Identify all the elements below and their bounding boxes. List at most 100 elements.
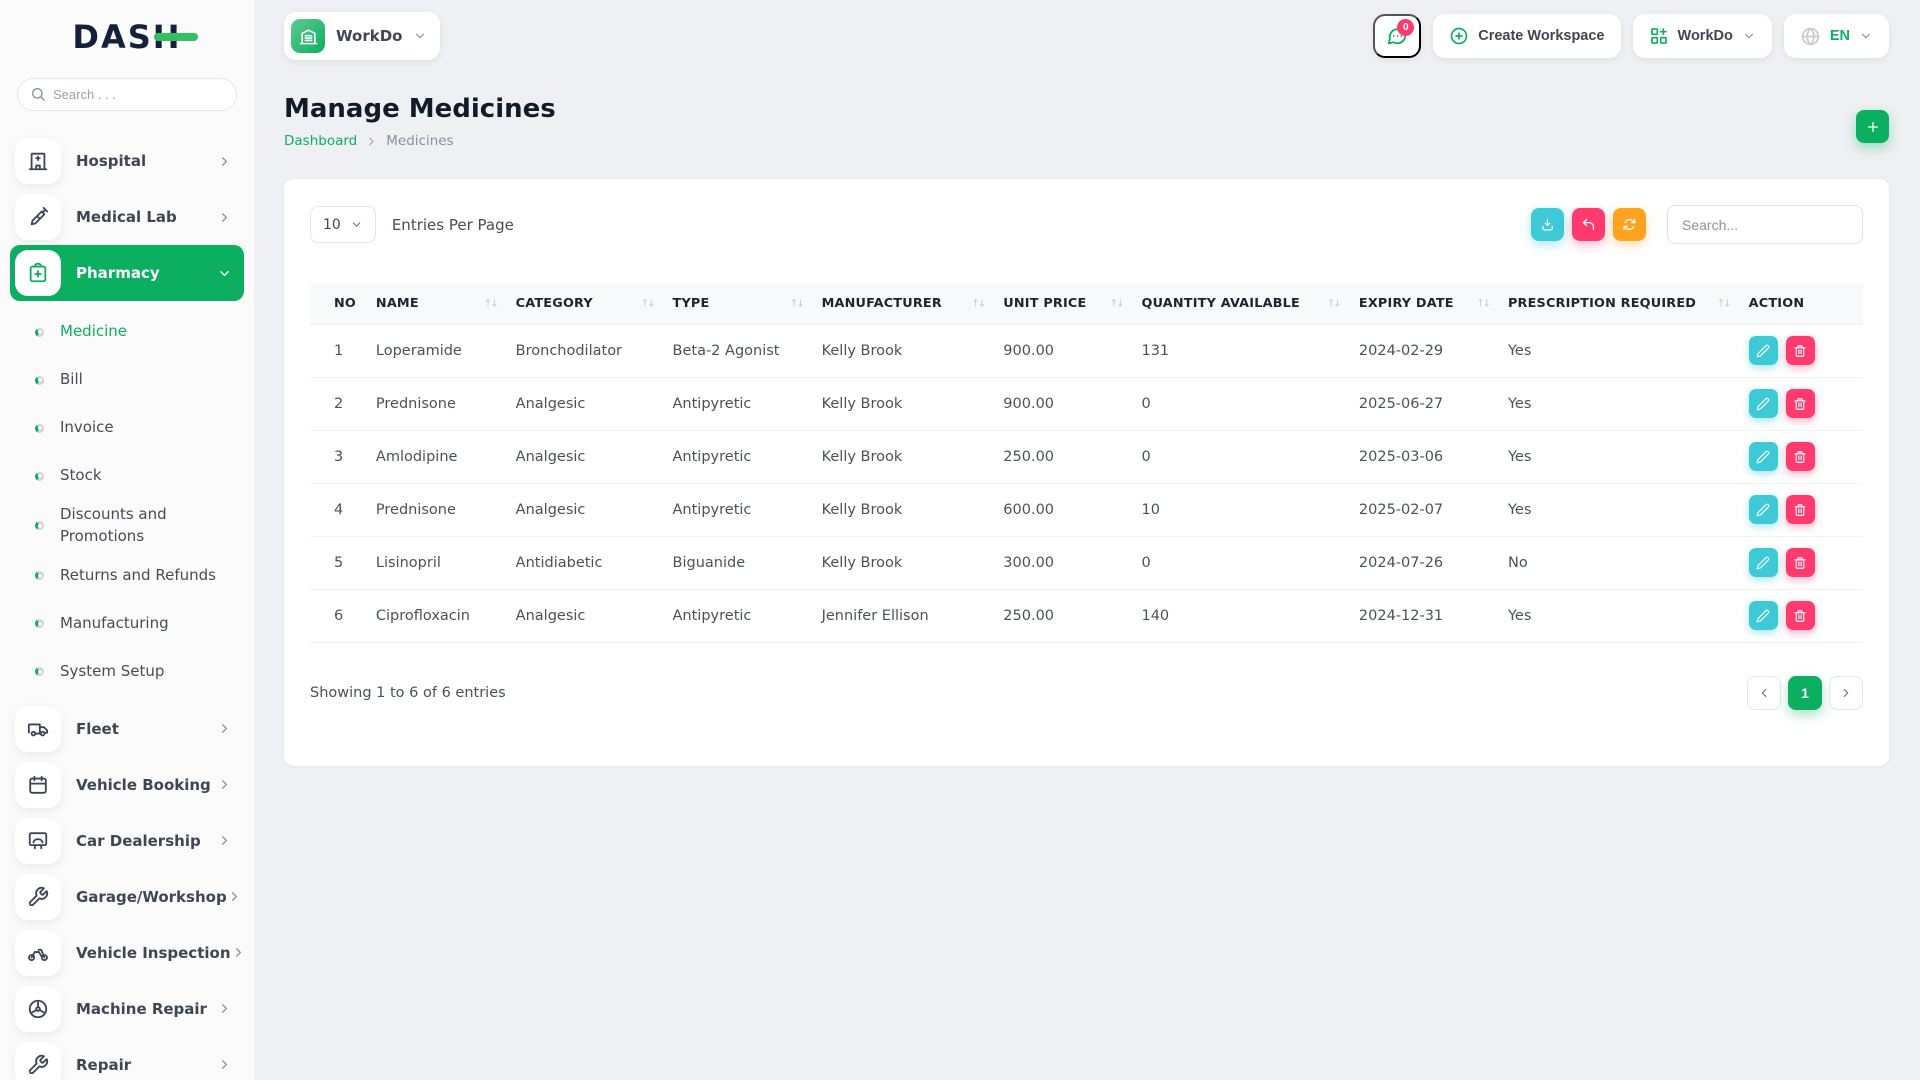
column-header-type[interactable]: TYPE ↑↓ <box>662 284 812 325</box>
row-actions <box>1748 389 1853 418</box>
icon-tile <box>15 817 61 864</box>
bullet-icon <box>35 327 44 337</box>
chevron-right-icon <box>1839 686 1853 700</box>
edit-button[interactable] <box>1748 548 1778 577</box>
chevron-down-icon <box>1859 29 1873 43</box>
cell-prescription-required: Yes <box>1497 589 1739 643</box>
previous-page-button[interactable] <box>1747 675 1781 710</box>
breadcrumb: Dashboard Medicines <box>284 133 556 149</box>
column-header-unit-price[interactable]: UNIT PRICE ↑↓ <box>993 284 1132 325</box>
column-header-category[interactable]: CATEGORY ↑↓ <box>505 284 663 325</box>
app-switcher-button[interactable]: WorkDo <box>1632 14 1772 58</box>
icon-tile <box>15 705 61 752</box>
breadcrumb-dashboard-link[interactable]: Dashboard <box>284 133 357 149</box>
edit-button[interactable] <box>1748 601 1778 630</box>
chevron-right-icon <box>231 945 246 960</box>
topbar: WorkDo 0 Create Workspace WorkDo EN <box>284 0 1889 72</box>
car-icon <box>27 830 49 852</box>
sidebar-item-vehicle-booking[interactable]: Vehicle Booking <box>10 757 244 813</box>
cell-no: 6 <box>310 589 366 643</box>
workspace-selector[interactable]: WorkDo <box>284 12 441 60</box>
refresh-button[interactable] <box>1613 208 1646 241</box>
sidebar-item-medical-lab[interactable]: Medical Lab <box>10 189 244 245</box>
medical-kit-icon <box>27 262 49 284</box>
sidebar-item-car-dealership[interactable]: Car Dealership <box>10 813 244 869</box>
sidebar-subitem-invoice[interactable]: Invoice <box>10 404 244 452</box>
export-download-button[interactable] <box>1531 208 1564 241</box>
edit-button[interactable] <box>1748 442 1778 471</box>
chevron-right-icon <box>217 154 232 169</box>
sidebar-item-garage-workshop[interactable]: Garage/Workshop <box>10 869 244 925</box>
cell-prescription-required: Yes <box>1497 430 1739 484</box>
cell-prescription-required: No <box>1497 536 1739 590</box>
cell-category: Bronchodilator <box>505 324 663 378</box>
topbar-actions: 0 Create Workspace WorkDo EN <box>1373 14 1889 58</box>
column-header-name[interactable]: NAME ↑↓ <box>365 284 506 325</box>
add-medicine-button[interactable] <box>1856 110 1889 143</box>
entries-per-page-label: Entries Per Page <box>391 215 514 234</box>
sidebar-subitem-system-setup[interactable]: System Setup <box>10 648 244 696</box>
messages-button[interactable]: 0 <box>1373 14 1422 58</box>
cell-action <box>1738 536 1863 590</box>
column-header-manufacturer[interactable]: MANUFACTURER ↑↓ <box>811 284 994 325</box>
sidebar-subitem-medicine[interactable]: Medicine <box>10 308 244 356</box>
pencil-icon <box>1756 344 1770 358</box>
delete-button[interactable] <box>1785 389 1815 418</box>
column-header-expiry-date[interactable]: EXPIRY DATE ↑↓ <box>1348 284 1498 325</box>
table-row: 1 Loperamide Bronchodilator Beta-2 Agonist K… <box>310 324 1863 378</box>
trash-icon <box>1793 609 1807 623</box>
table-search-input[interactable] <box>1667 205 1863 244</box>
page-number-button[interactable]: 1 <box>1788 675 1822 710</box>
sidebar-item-pharmacy[interactable]: Pharmacy <box>10 245 244 301</box>
row-actions <box>1748 601 1853 630</box>
delete-button[interactable] <box>1785 336 1815 365</box>
sidebar-item-vehicle-inspection[interactable]: Vehicle Inspection <box>10 925 244 981</box>
create-workspace-label: Create Workspace <box>1478 28 1605 44</box>
column-header-label: ACTION <box>1748 296 1805 312</box>
cell-type: Antipyretic <box>662 483 812 537</box>
icon-tile <box>15 873 61 920</box>
sidebar-subitem-bill[interactable]: Bill <box>10 356 244 404</box>
cell-action <box>1738 377 1863 431</box>
sort-icon: ↑↓ <box>1716 298 1732 310</box>
entries-per-page-select[interactable]: 10 <box>310 206 376 243</box>
sidebar-subitem-discounts-and-promotions[interactable]: Discounts and Promotions <box>10 500 244 552</box>
app-logo[interactable]: DASH <box>72 18 198 56</box>
icon-tile <box>15 985 61 1032</box>
cell-action <box>1738 483 1863 537</box>
create-workspace-button[interactable]: Create Workspace <box>1433 14 1621 58</box>
cell-quantity-available: 10 <box>1131 483 1349 537</box>
sidebar-menu: Hospital Medical Lab Pharmacy Medicine Bill I… <box>0 127 254 1080</box>
edit-button[interactable] <box>1748 495 1778 524</box>
sidebar-item-hospital[interactable]: Hospital <box>10 133 244 189</box>
edit-button[interactable] <box>1748 389 1778 418</box>
sidebar-item-repair[interactable]: Repair <box>10 1037 244 1080</box>
chevron-down-icon <box>413 29 427 43</box>
sidebar-item-label: Pharmacy <box>76 264 160 282</box>
cell-type: Beta-2 Agonist <box>662 324 812 378</box>
next-page-button[interactable] <box>1829 675 1863 710</box>
medicines-card: 10 Entries Per Page Search... NO NAME ↑↓… <box>284 179 1889 766</box>
sidebar-item-fleet[interactable]: Fleet <box>10 701 244 757</box>
sidebar-subitem-returns-and-refunds[interactable]: Returns and Refunds <box>10 552 244 600</box>
sidebar-subitem-stock[interactable]: Stock <box>10 452 244 500</box>
sidebar-item-machine-repair[interactable]: Machine Repair <box>10 981 244 1037</box>
delete-button[interactable] <box>1785 442 1815 471</box>
table-row: 4 Prednisone Analgesic Antipyretic Kelly Bro… <box>310 483 1863 537</box>
column-header-prescription-required[interactable]: PRESCRIPTION REQUIRED ↑↓ <box>1497 284 1739 325</box>
cell-category: Analgesic <box>505 483 663 537</box>
icon-tile <box>15 929 61 976</box>
workspace-tile <box>291 19 325 53</box>
delete-button[interactable] <box>1785 601 1815 630</box>
sidebar-submenu-pharmacy: Medicine Bill Invoice Stock Discounts and Pr… <box>10 301 244 701</box>
edit-button[interactable] <box>1748 336 1778 365</box>
column-header-quantity-available[interactable]: QUANTITY AVAILABLE ↑↓ <box>1131 284 1349 325</box>
reset-button[interactable] <box>1572 208 1605 241</box>
language-selector[interactable]: EN <box>1783 14 1889 58</box>
sidebar-subitem-manufacturing[interactable]: Manufacturing <box>10 600 244 648</box>
sidebar-search-input[interactable] <box>17 78 237 111</box>
delete-button[interactable] <box>1785 495 1815 524</box>
wrench-icon <box>27 886 49 908</box>
table-wrap: NO NAME ↑↓ CATEGORY ↑↓ TYPE ↑↓ MANUFACTURER ↑↓ UN… <box>284 284 1889 643</box>
delete-button[interactable] <box>1785 548 1815 577</box>
